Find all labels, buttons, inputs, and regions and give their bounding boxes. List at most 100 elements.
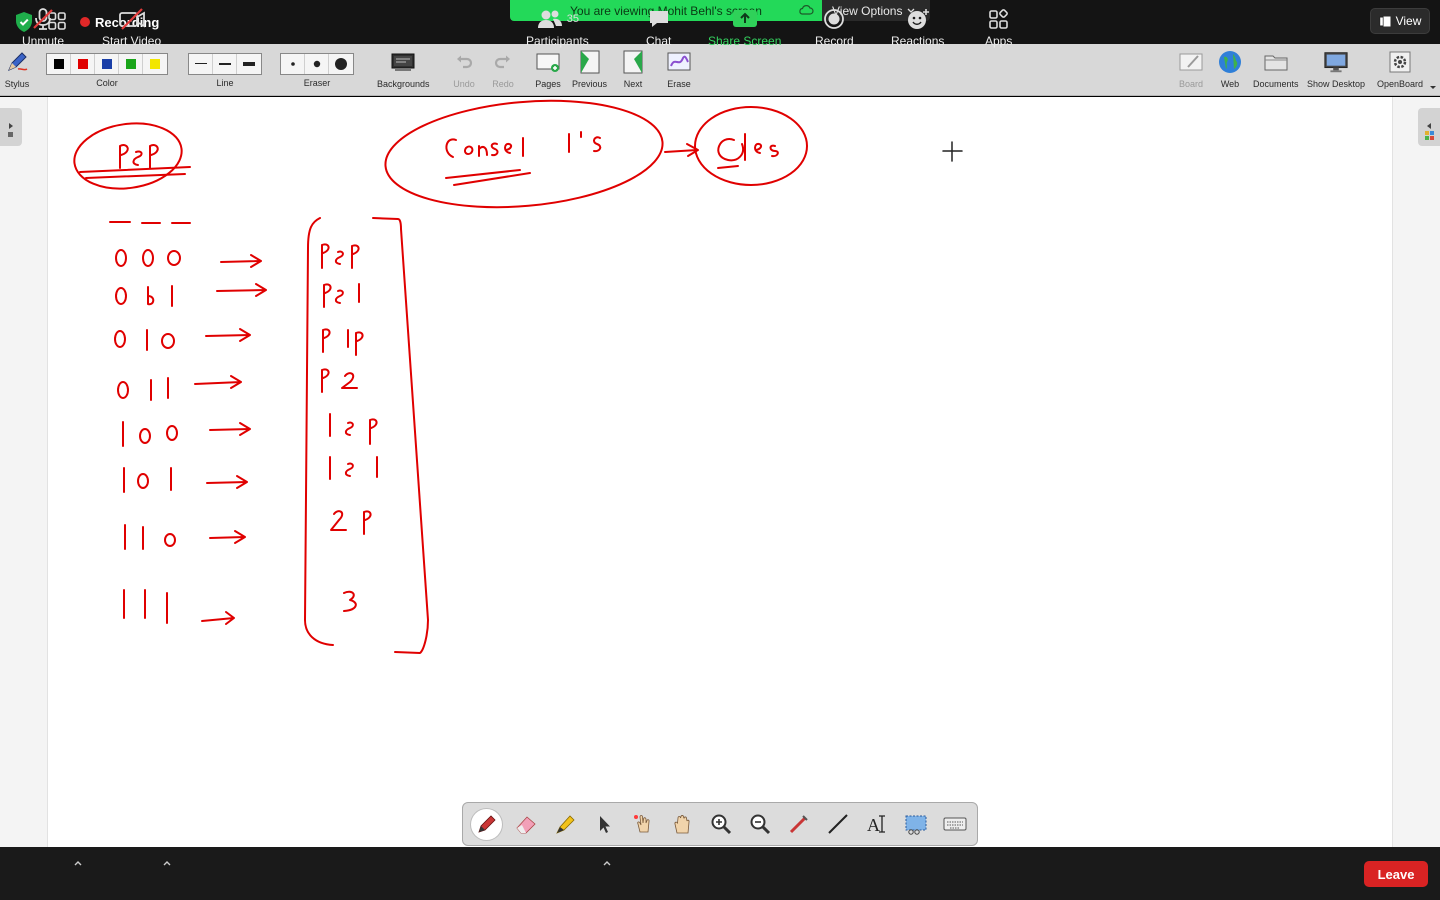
pages-icon [535,48,561,76]
apps-icon [987,6,1011,32]
undo-button[interactable]: Undo [451,48,477,89]
settings-gear-icon [1387,48,1413,76]
next-page-button[interactable]: Next [620,48,646,89]
participants-label: Participants [526,34,589,48]
ink-left-bracket [304,217,334,646]
color-black-swatch[interactable] [47,54,71,74]
eraser-medium-option[interactable] [305,54,329,74]
keyboard-icon [943,817,966,831]
record-icon [822,6,846,32]
openboard-dropdown-caret-icon[interactable] [1429,85,1437,91]
previous-page-button[interactable]: Previous [572,48,607,89]
ink-heading-pep [73,122,191,190]
view-layout-icon [1379,16,1391,26]
whiteboard-ink-layer [73,99,963,654]
desktop-monitor-icon [1323,48,1349,76]
eraser-small-option[interactable] [281,54,305,74]
stylus-tool[interactable]: Stylus [4,48,30,89]
documents-button[interactable]: Documents [1253,48,1299,89]
view-button[interactable]: View [1370,8,1430,34]
previous-label: Previous [572,79,608,89]
ruler-pen-icon [789,815,808,834]
straight-line-icon [827,814,848,834]
line-width-tool[interactable]: Line [188,48,262,88]
capture-tool[interactable] [900,809,931,840]
web-button[interactable]: Web [1217,48,1243,89]
eraser-large-option[interactable] [329,54,353,74]
openboard-menu-button[interactable]: OpenBoard [1377,48,1423,89]
undo-icon [451,48,477,76]
backgrounds-tool[interactable]: Backgrounds [377,48,430,89]
record-button[interactable]: Record [815,6,854,48]
leave-meeting-button[interactable]: Leave [1364,861,1428,887]
crosshair-cursor-icon [942,141,963,162]
ink-right-bracket [372,217,429,654]
participants-button[interactable]: 35 Participants [526,6,589,48]
erase-all-button[interactable]: Erase [666,48,692,89]
chat-button[interactable]: Chat [646,6,671,48]
unmute-label: Unmute [22,34,65,48]
unmute-button[interactable]: Unmute [22,6,64,48]
web-label: Web [1220,79,1240,89]
erase-icon [666,48,692,76]
select-pointer-tool[interactable] [588,809,619,840]
zoom-out-tool[interactable] [744,809,775,840]
record-label: Record [815,34,854,48]
highlighter-tool[interactable] [549,809,580,840]
color-red-swatch[interactable] [71,54,95,74]
color-label: Color [96,78,118,88]
share-screen-icon [732,6,758,32]
ink-arrows-column [194,254,267,625]
share-screen-button[interactable]: Share Screen [708,6,781,48]
participants-options-caret-icon[interactable] [602,858,612,868]
hand-pointer-icon [633,815,649,833]
whiteboard-tool-tray: A [462,802,978,846]
color-tool[interactable]: Color [46,48,168,88]
chat-bubble-icon [647,6,671,32]
color-blue-swatch[interactable] [95,54,119,74]
meeting-controls-bar [0,847,1440,900]
annotation-toolbar: Stylus Color Line Eraser Backgrounds Und… [0,44,1440,96]
line-draw-tool[interactable] [783,809,814,840]
color-yellow-swatch[interactable] [143,54,167,74]
eraser-icon [515,816,536,834]
zoom-in-tool[interactable] [705,809,736,840]
line-thin-option[interactable] [189,54,213,74]
ink-results-column [321,243,378,612]
show-desktop-button[interactable]: Show Desktop [1307,48,1365,89]
show-desktop-label: Show Desktop [1307,79,1366,89]
svg-text:A: A [867,815,880,835]
documents-label: Documents [1253,79,1299,89]
board-label: Board [1178,79,1204,89]
redo-icon [490,48,516,76]
ink-binary-column [114,249,181,624]
video-options-caret-icon[interactable] [162,858,172,868]
audio-options-caret-icon[interactable] [73,858,83,868]
smiley-face-icon [905,6,931,32]
pan-hand-tool[interactable] [666,809,697,840]
start-video-button[interactable]: Start Video [102,6,161,48]
reactions-button[interactable]: Reactions [891,6,944,48]
redo-button[interactable]: Redo [490,48,516,89]
straight-line-tool[interactable] [822,809,853,840]
microphone-muted-icon [30,6,56,32]
cursor-arrow-icon [599,816,610,833]
board-button[interactable]: Board [1178,48,1204,89]
pages-button[interactable]: Pages [535,48,561,89]
eraser-label: Eraser [303,78,331,88]
text-tool[interactable]: A [861,809,892,840]
pen-tool[interactable] [471,808,502,840]
color-green-swatch[interactable] [119,54,143,74]
eraser-size-tool[interactable]: Eraser [280,48,354,88]
text-icon: A [867,815,885,835]
line-label: Line [216,78,234,88]
eraser-tool[interactable] [510,809,541,840]
line-thick-option[interactable] [237,54,261,74]
laser-pointer-tool[interactable] [627,809,658,840]
start-video-label: Start Video [102,34,162,48]
virtual-keyboard-tool[interactable] [939,809,970,840]
next-page-icon [620,48,646,76]
globe-icon [1217,48,1243,76]
line-medium-option[interactable] [213,54,237,74]
apps-button[interactable]: Apps [985,6,1012,48]
